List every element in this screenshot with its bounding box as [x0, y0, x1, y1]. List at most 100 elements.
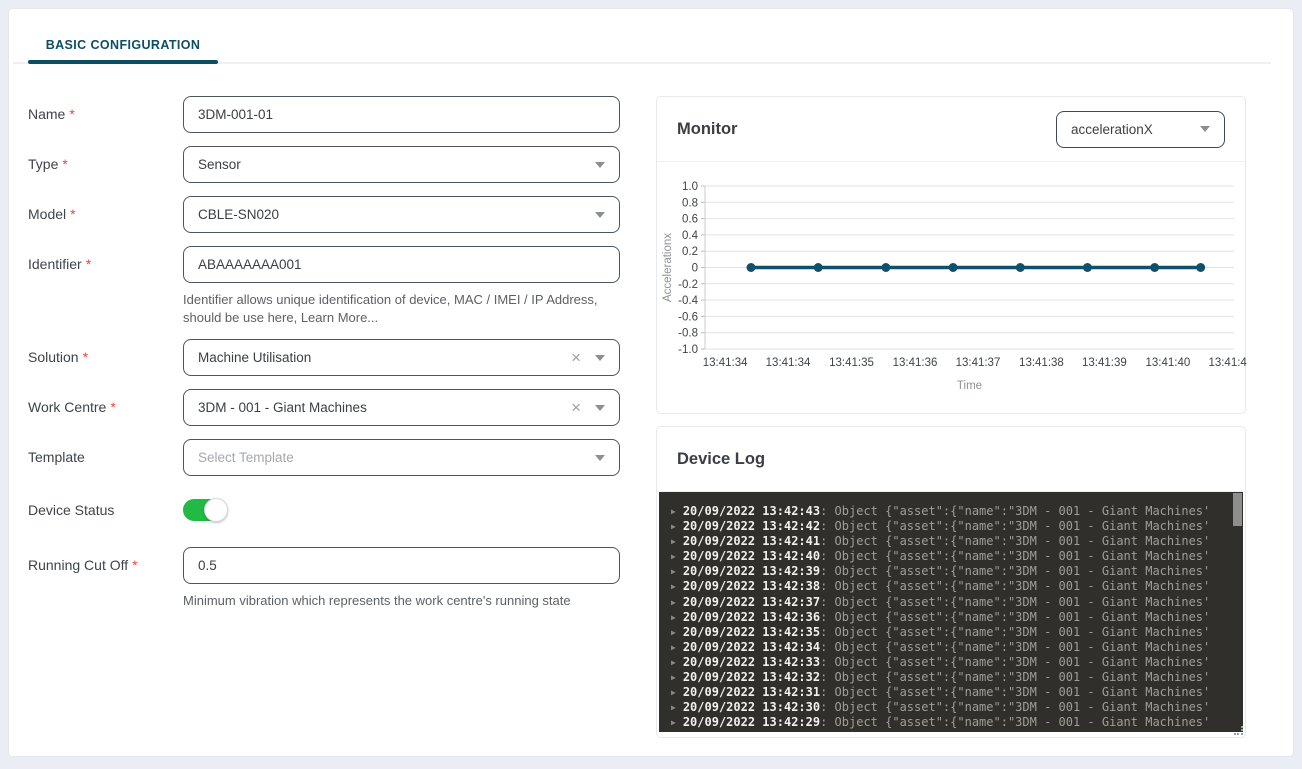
identifier-help-text: Identifier allows unique identification … — [183, 292, 598, 325]
tab-label: BASIC CONFIGURATION — [45, 38, 201, 52]
identifier-input[interactable]: ABAAAAAAA001 — [183, 246, 620, 283]
svg-text:-0.4: -0.4 — [678, 295, 698, 307]
learn-more-link[interactable]: Learn More... — [301, 310, 378, 325]
log-entry[interactable]: ▶ 20/09/2022 13:42:33: Object {"asset":{"… — [671, 655, 1243, 670]
solution-label: Solution * — [28, 349, 89, 365]
log-entry[interactable]: ▶ 20/09/2022 13:42:43: Object {"asset":{"… — [671, 504, 1243, 519]
svg-text:-1.0: -1.0 — [678, 344, 698, 356]
log-entry[interactable]: ▶ 20/09/2022 13:42:29: Object {"asset":{"… — [671, 715, 1243, 730]
work-centre-label: Work Centre * — [28, 399, 116, 415]
svg-text:0.6: 0.6 — [682, 214, 698, 226]
expand-arrow-icon[interactable]: ▶ — [671, 718, 676, 727]
expand-arrow-icon[interactable]: ▶ — [671, 643, 676, 652]
chevron-down-icon — [595, 161, 605, 168]
log-list: ▶ 20/09/2022 13:42:43: Object {"asset":{"… — [671, 504, 1243, 730]
expand-arrow-icon[interactable]: ▶ — [671, 628, 676, 637]
required-asterisk: * — [69, 106, 75, 122]
required-asterisk: * — [110, 399, 116, 415]
expand-arrow-icon[interactable]: ▶ — [671, 703, 676, 712]
chevron-down-icon — [595, 354, 605, 361]
template-label: Template — [28, 449, 85, 465]
model-label: Model * — [28, 206, 76, 222]
chevron-down-icon — [1200, 126, 1210, 132]
device-log-console[interactable]: ▶ 20/09/2022 13:42:43: Object {"asset":{"… — [659, 492, 1243, 732]
log-entry[interactable]: ▶ 20/09/2022 13:42:35: Object {"asset":{"… — [671, 625, 1243, 640]
expand-arrow-icon[interactable]: ▶ — [671, 613, 676, 622]
expand-arrow-icon[interactable]: ▶ — [671, 507, 676, 516]
required-asterisk: * — [132, 557, 138, 573]
svg-text:1.0: 1.0 — [682, 181, 698, 193]
device-log-header: Device Log — [657, 427, 1245, 492]
log-entry[interactable]: ▶ 20/09/2022 13:42:34: Object {"asset":{"… — [671, 640, 1243, 655]
log-entry[interactable]: ▶ 20/09/2022 13:42:30: Object {"asset":{"… — [671, 700, 1243, 715]
svg-text:0.8: 0.8 — [682, 197, 698, 209]
expand-arrow-icon[interactable]: ▶ — [671, 658, 676, 667]
device-form: Name * 3DM-001-01 Type * Sensor Model * CBL… — [28, 96, 633, 636]
svg-text:-0.6: -0.6 — [678, 311, 698, 323]
svg-text:Time: Time — [957, 380, 982, 392]
device-log-panel: Device Log ▶ 20/09/2022 13:42:43: Object … — [656, 426, 1246, 738]
resize-grip-icon[interactable] — [1234, 726, 1243, 735]
svg-text:13:41:36: 13:41:36 — [893, 357, 938, 369]
toggle-knob — [204, 498, 228, 522]
type-label: Type * — [28, 156, 68, 172]
svg-text:13:41:39: 13:41:39 — [1082, 357, 1127, 369]
log-entry[interactable]: ▶ 20/09/2022 13:42:37: Object {"asset":{"… — [671, 595, 1243, 610]
required-asterisk: * — [82, 349, 89, 365]
log-entry[interactable]: ▶ 20/09/2022 13:42:31: Object {"asset":{"… — [671, 685, 1243, 700]
clear-icon[interactable]: × — [571, 349, 581, 366]
expand-arrow-icon[interactable]: ▶ — [671, 673, 676, 682]
chevron-down-icon — [595, 404, 605, 411]
log-entry[interactable]: ▶ 20/09/2022 13:42:36: Object {"asset":{"… — [671, 610, 1243, 625]
expand-arrow-icon[interactable]: ▶ — [671, 522, 676, 531]
log-entry[interactable]: ▶ 20/09/2022 13:42:40: Object {"asset":{"… — [671, 549, 1243, 564]
svg-text:-0.8: -0.8 — [678, 328, 698, 340]
log-entry[interactable]: ▶ 20/09/2022 13:42:41: Object {"asset":{"… — [671, 534, 1243, 549]
expand-arrow-icon[interactable]: ▶ — [671, 582, 676, 591]
required-asterisk: * — [70, 206, 76, 222]
log-entry[interactable]: ▶ 20/09/2022 13:42:39: Object {"asset":{"… — [671, 564, 1243, 579]
svg-text:13:41:34: 13:41:34 — [766, 357, 811, 369]
work-centre-select[interactable]: 3DM - 001 - Giant Machines × — [183, 389, 620, 426]
console-scrollbar[interactable] — [1233, 493, 1242, 526]
monitor-header: Monitor accelerationX — [657, 97, 1245, 162]
svg-text:Accelerationx: Accelerationx — [662, 233, 674, 302]
chevron-down-icon — [595, 211, 605, 218]
clear-icon[interactable]: × — [571, 399, 581, 416]
type-select[interactable]: Sensor — [183, 146, 620, 183]
svg-text:0.2: 0.2 — [682, 246, 698, 258]
expand-arrow-icon[interactable]: ▶ — [671, 567, 676, 576]
main-card: BASIC CONFIGURATION Name * 3DM-001-01 Typ… — [8, 8, 1294, 757]
svg-text:13:41:41: 13:41:41 — [1208, 357, 1247, 369]
device-status-label: Device Status — [28, 502, 115, 518]
name-input[interactable]: 3DM-001-01 — [183, 96, 620, 133]
log-entry[interactable]: ▶ 20/09/2022 13:42:38: Object {"asset":{"… — [671, 579, 1243, 594]
template-select[interactable]: Select Template — [183, 439, 620, 476]
model-select[interactable]: CBLE-SN020 — [183, 196, 620, 233]
svg-text:0.4: 0.4 — [682, 230, 699, 242]
svg-text:-0.2: -0.2 — [678, 279, 698, 291]
expand-arrow-icon[interactable]: ▶ — [671, 552, 676, 561]
log-entry[interactable]: ▶ 20/09/2022 13:42:32: Object {"asset":{"… — [671, 670, 1243, 685]
metric-select[interactable]: accelerationX — [1056, 110, 1225, 148]
required-asterisk: * — [85, 256, 92, 272]
log-entry[interactable]: ▶ 20/09/2022 13:42:42: Object {"asset":{"… — [671, 519, 1243, 534]
expand-arrow-icon[interactable]: ▶ — [671, 537, 676, 546]
monitor-title: Monitor — [677, 119, 738, 138]
svg-text:13:41:34: 13:41:34 — [703, 357, 748, 369]
solution-select[interactable]: Machine Utilisation × — [183, 339, 620, 376]
svg-text:0: 0 — [692, 263, 698, 275]
required-asterisk: * — [62, 156, 68, 172]
running-cut-off-input[interactable]: 0.5 — [183, 547, 620, 584]
expand-arrow-icon[interactable]: ▶ — [671, 598, 676, 607]
expand-arrow-icon[interactable]: ▶ — [671, 688, 676, 697]
running-cut-off-label: Running Cut Off * — [28, 557, 138, 573]
device-status-toggle[interactable] — [183, 498, 228, 522]
tab-basic-configuration[interactable]: BASIC CONFIGURATION — [28, 34, 218, 56]
name-label: Name * — [28, 106, 75, 122]
svg-text:13:41:35: 13:41:35 — [829, 357, 874, 369]
active-tab-indicator — [28, 60, 218, 64]
running-cut-off-help-text: Minimum vibration which represents the w… — [183, 593, 571, 608]
svg-text:13:41:37: 13:41:37 — [956, 357, 1001, 369]
svg-text:13:41:38: 13:41:38 — [1019, 357, 1064, 369]
